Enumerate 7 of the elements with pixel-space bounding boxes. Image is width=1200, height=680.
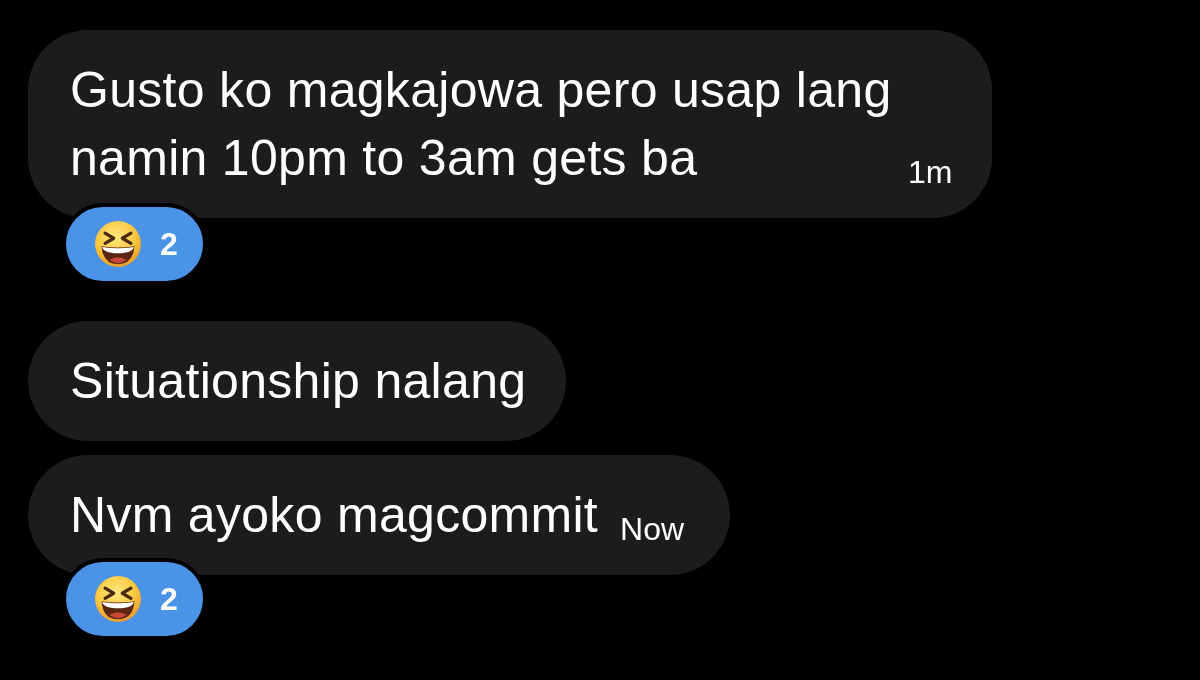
message-text: Nvm ayoko magcommit [70, 486, 599, 545]
laughing-face-icon [95, 576, 141, 622]
message-text: Gusto ko magkajowa pero usap lang namin 10pm to 3am gets ba [70, 61, 893, 188]
message-time: Now [620, 513, 685, 545]
laughing-face-icon [95, 221, 141, 267]
message-text: Situationship nalang [70, 352, 527, 411]
message-time: 1m [908, 156, 953, 188]
